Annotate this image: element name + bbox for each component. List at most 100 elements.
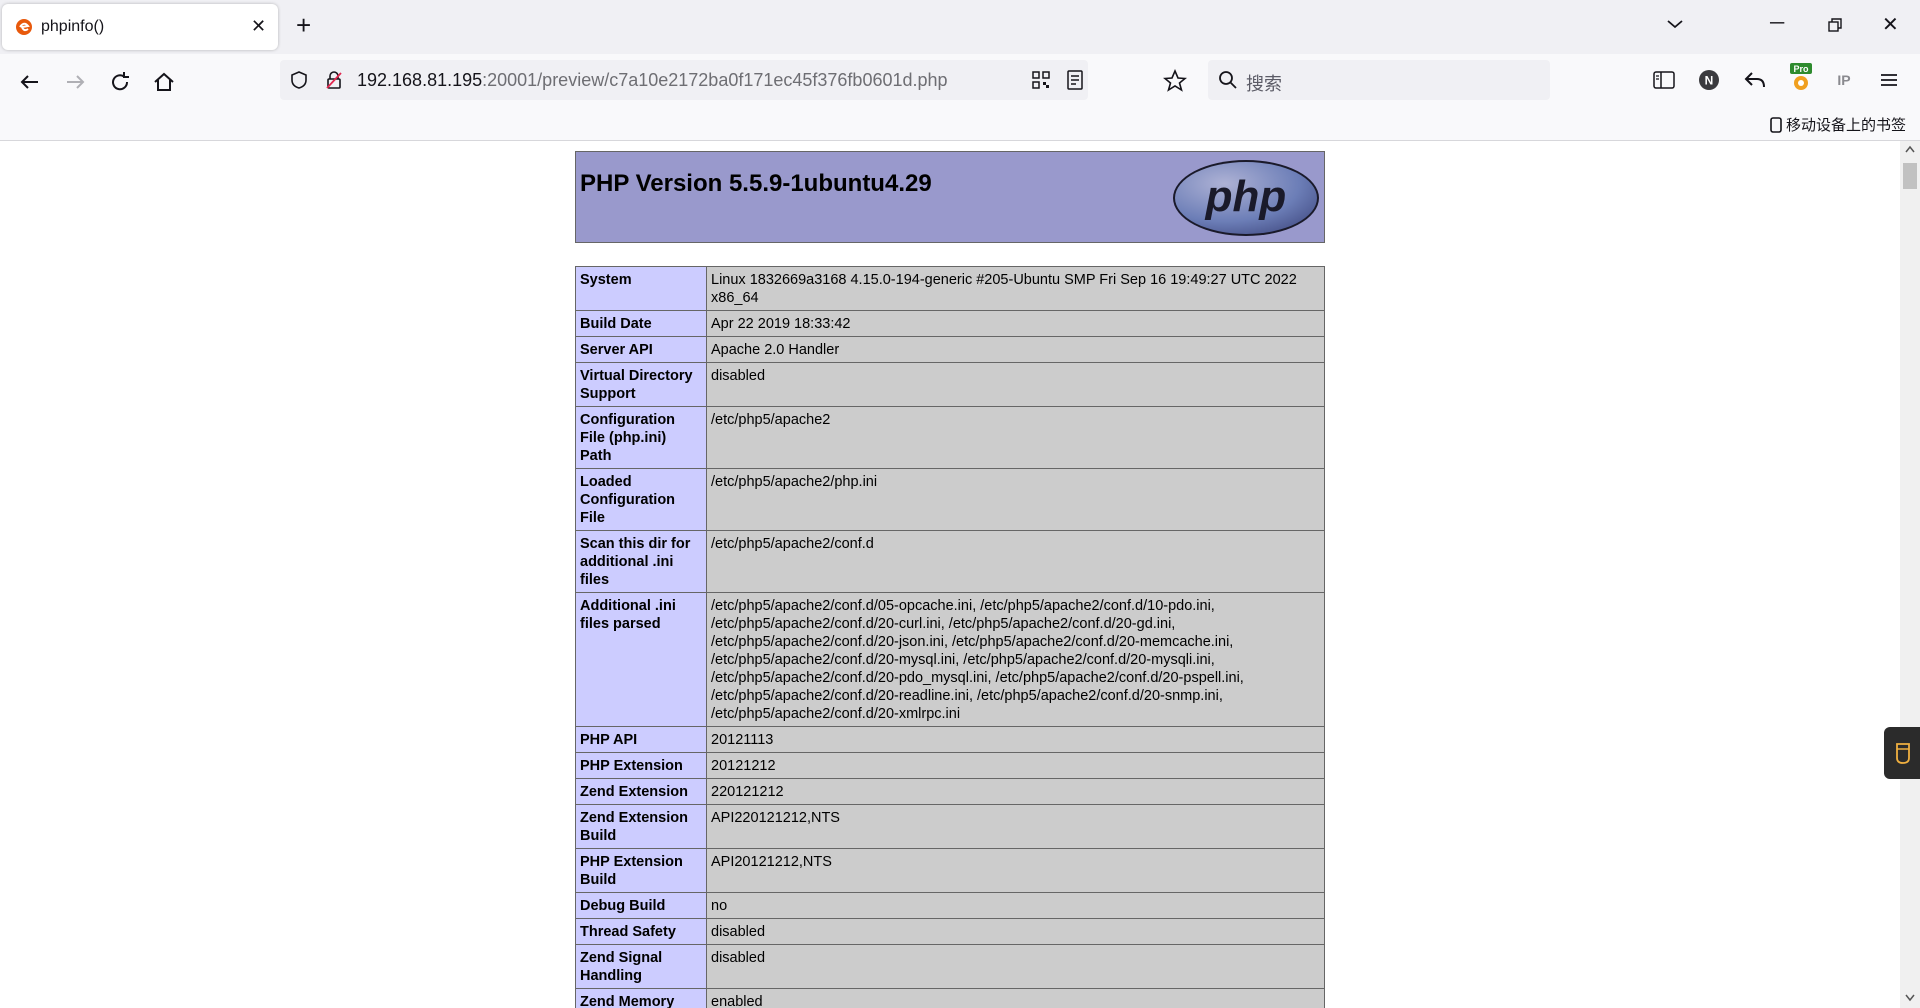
nav-bar: 192.168.81.195:20001/preview/c7a10e2172b… [0, 54, 1920, 108]
insecure-lock-icon[interactable] [324, 70, 344, 90]
phpinfo-table: System Linux 1832669a3168 4.15.0-194-gene… [575, 266, 1325, 1008]
row-key: Server API [575, 336, 707, 363]
sidebar-icon[interactable] [1653, 70, 1675, 90]
side-widget-button[interactable] [1884, 727, 1920, 779]
row-value: API220121212,NTS [706, 804, 1325, 849]
page-content: PHP Version 5.5.9-1ubuntu4.29 php System… [0, 141, 1900, 1008]
search-icon [1219, 71, 1237, 89]
row-value: 220121212 [706, 778, 1325, 805]
row-key: Loaded Configuration File [575, 468, 707, 531]
row-value: disabled [706, 362, 1325, 407]
new-tab-button[interactable]: + [296, 12, 311, 38]
undo-arrow-icon[interactable] [1744, 70, 1766, 90]
home-icon[interactable] [150, 68, 178, 96]
scroll-down-icon[interactable] [1905, 994, 1915, 1002]
tab-phpinfo[interactable]: phpinfo() ✕ [2, 4, 278, 50]
row-value: Apr 22 2019 18:33:42 [706, 310, 1325, 337]
account-n-icon[interactable]: N [1698, 69, 1720, 91]
cup-icon [1896, 743, 1910, 764]
php-favicon-icon [16, 19, 32, 35]
row-value: disabled [706, 918, 1325, 945]
row-value: 20121113 [706, 726, 1325, 753]
search-placeholder: 搜索 [1246, 74, 1282, 94]
minimize-icon[interactable]: ─ [1770, 12, 1784, 35]
shield-icon[interactable] [289, 70, 309, 90]
row-value: /etc/php5/apache2/conf.d/05-opcache.ini,… [706, 592, 1325, 727]
row-value: disabled [706, 944, 1325, 989]
back-arrow-icon[interactable] [16, 68, 44, 96]
search-bar[interactable]: 搜索 [1208, 60, 1550, 100]
phpinfo-header: PHP Version 5.5.9-1ubuntu4.29 php [575, 151, 1325, 243]
pro-extension-icon[interactable]: Pro [1788, 62, 1814, 92]
scrollbar-thumb[interactable] [1903, 163, 1917, 189]
table-row: Configuration File (php.ini) Path/etc/ph… [575, 406, 1325, 469]
svg-text:Pro: Pro [1793, 64, 1809, 74]
table-row: Thread Safety disabled [575, 918, 1325, 945]
row-key: Zend Extension Build [575, 804, 707, 849]
row-key: Zend Signal Handling [575, 944, 707, 989]
ip-extension-icon[interactable]: IP [1832, 69, 1856, 91]
tab-close-icon[interactable]: ✕ [251, 16, 266, 37]
url-path: :20001/preview/c7a10e2172ba0f171ec45f376… [482, 70, 948, 90]
row-key: System [575, 266, 707, 311]
php-logo-text: php [1205, 172, 1287, 221]
table-row: Virtual Directory Support disabled [575, 362, 1325, 407]
svg-text:N: N [1705, 74, 1714, 88]
restore-icon[interactable] [1826, 16, 1844, 34]
bookmarks-bar: 移动设备上的书签 [0, 108, 1920, 141]
row-key: Virtual Directory Support [575, 362, 707, 407]
forward-arrow-icon[interactable] [61, 68, 89, 96]
phpinfo-container: PHP Version 5.5.9-1ubuntu4.29 php System… [575, 151, 1325, 1008]
row-value: 20121212 [706, 752, 1325, 779]
php-version-title: PHP Version 5.5.9-1ubuntu4.29 [580, 170, 932, 197]
table-row: Zend Signal Handling disabled [575, 944, 1325, 989]
mobile-bookmarks[interactable]: 移动设备上的书签 [1770, 114, 1906, 135]
row-key: Scan this dir for additional .ini files [575, 530, 707, 593]
row-key: PHP Extension [575, 752, 707, 779]
mobile-bookmarks-label: 移动设备上的书签 [1785, 117, 1906, 134]
row-key: Thread Safety [575, 918, 707, 945]
window-close-icon[interactable]: ✕ [1882, 12, 1899, 37]
row-key: Configuration File (php.ini) Path [575, 406, 707, 469]
reload-icon[interactable] [106, 68, 134, 96]
table-row: Zend Extension Build API220121212,NTS [575, 804, 1325, 849]
vertical-scrollbar[interactable] [1900, 141, 1920, 1008]
row-value: /etc/php5/apache2/conf.d [706, 530, 1325, 593]
table-row: Debug Build no [575, 892, 1325, 919]
table-row: PHP API 20121113 [575, 726, 1325, 753]
row-value: Linux 1832669a3168 4.15.0-194-generic #2… [706, 266, 1325, 311]
table-row: Zend Memory Managerenabled [575, 988, 1325, 1008]
row-key: Zend Extension [575, 778, 707, 805]
tab-bar: phpinfo() ✕ + ─ ✕ [0, 0, 1920, 54]
table-row: Scan this dir for additional .ini files /… [575, 530, 1325, 593]
tab-title: phpinfo() [41, 18, 105, 35]
reader-view-icon[interactable] [1066, 70, 1084, 90]
url-bar[interactable]: 192.168.81.195:20001/preview/c7a10e2172b… [280, 60, 1088, 100]
table-row: Loaded Configuration File/etc/php5/apach… [575, 468, 1325, 531]
row-value: Apache 2.0 Handler [706, 336, 1325, 363]
qr-code-icon[interactable] [1032, 71, 1050, 89]
row-key: Build Date [575, 310, 707, 337]
row-key: Debug Build [575, 892, 707, 919]
svg-text:IP: IP [1837, 72, 1850, 88]
row-key: Additional .ini files parsed [575, 592, 707, 727]
php-logo-icon[interactable]: php [1172, 159, 1320, 237]
scroll-up-icon[interactable] [1905, 145, 1915, 153]
menu-hamburger-icon[interactable] [1878, 70, 1900, 90]
table-row: PHP Extension 20121212 [575, 752, 1325, 779]
table-row: System Linux 1832669a3168 4.15.0-194-gene… [575, 266, 1325, 311]
table-row: Server API Apache 2.0 Handler [575, 336, 1325, 363]
table-row: Build Date Apr 22 2019 18:33:42 [575, 310, 1325, 337]
url-text[interactable]: 192.168.81.195:20001/preview/c7a10e2172b… [357, 70, 948, 91]
row-value: /etc/php5/apache2 [706, 406, 1325, 469]
row-key: PHP API [575, 726, 707, 753]
row-value: /etc/php5/apache2/php.ini [706, 468, 1325, 531]
row-key: Zend Memory Manager [575, 988, 707, 1008]
row-value: no [706, 892, 1325, 919]
table-row: PHP Extension Build API20121212,NTS [575, 848, 1325, 893]
mobile-device-icon [1770, 117, 1782, 133]
bookmark-star-icon[interactable] [1163, 69, 1187, 93]
url-host: 192.168.81.195 [357, 70, 483, 90]
tab-list-chevron-icon[interactable] [1663, 12, 1687, 36]
table-row: Additional .ini files parsed/etc/php5/ap… [575, 592, 1325, 727]
